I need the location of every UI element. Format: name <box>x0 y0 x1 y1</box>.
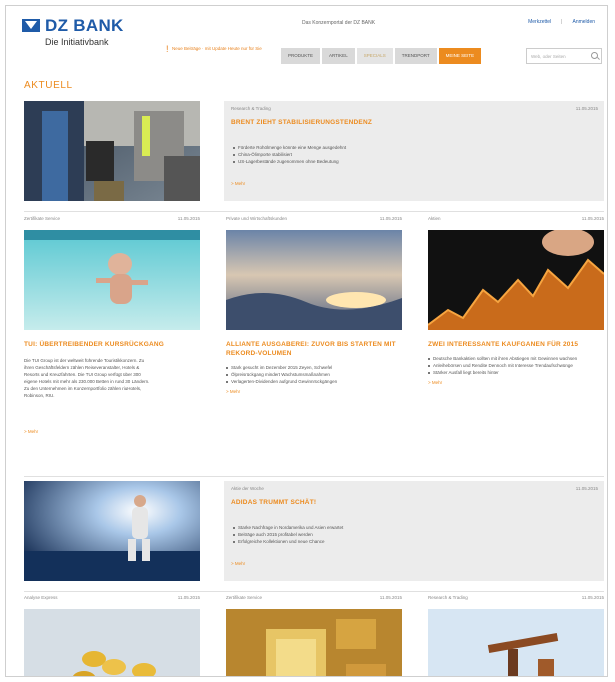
portal-tagline: Das Konzernportal der DZ BANK <box>302 20 376 26</box>
article-title[interactable]: BRENT ZIEHT STABILISIERUNGSTENDENZ <box>231 119 372 126</box>
search-icon[interactable] <box>591 52 598 59</box>
more-link[interactable]: > Mehr <box>231 181 245 186</box>
article-card-circuit[interactable]: Zertifikate Service 11.05.2015 <box>226 593 402 676</box>
article-title[interactable]: ALLIANTE AUSGABEREI: ZUVOR BIS STARTEN M… <box>226 340 402 358</box>
article-card-gold[interactable]: Analyse Express 11.05.2015 <box>24 593 200 676</box>
tab-meine-seite[interactable]: MEINE SEITE <box>438 48 482 64</box>
search-placeholder: Web, oder Seiten <box>531 54 566 59</box>
dz-bank-logo[interactable]: DZ BANK Die Initiativbank <box>22 16 140 50</box>
tab-artikel[interactable]: ARTIKEL <box>322 48 355 64</box>
brand-name: DZ BANK <box>45 16 124 35</box>
more-link[interactable]: > Mehr <box>226 389 402 394</box>
article-category: Private und Wirtschaftskunden <box>226 216 288 221</box>
article-date: 11.05.2015 <box>379 595 402 600</box>
article-bullets: Stark gesucht im Dezember 2015 Zeyen, Sc… <box>226 364 402 385</box>
page-frame: DZ BANK Die Initiativbank Das Konzernpor… <box>5 5 608 677</box>
bullet-item: Stärker Ausfall liegt bereits hinter <box>428 369 604 376</box>
article-category: Zertifikate Service <box>226 595 263 600</box>
article-text: Die TUI Group ist der weltweit führende … <box>24 358 150 398</box>
tab-produkte[interactable]: PRODUKTE <box>281 48 321 64</box>
more-link[interactable]: > Mehr <box>231 561 245 566</box>
article-bullets: Förderte Rohölmenge könnte eine Menge au… <box>233 144 346 165</box>
article-bullets: Deutsche Bankaktien sollten mit ihren Ab… <box>428 355 604 376</box>
article-image-circuit[interactable] <box>226 609 402 676</box>
merkzettel-link[interactable]: Merkzettel <box>528 19 551 25</box>
exclamation-icon: ! <box>166 44 169 54</box>
bullet-item: Beiträge auch 2015 profitabel werden <box>233 531 343 538</box>
article-date: 11.05.2015 <box>575 486 598 491</box>
featured-article-brent[interactable]: Research & Trading 11.05.2015 BRENT ZIEH… <box>24 101 604 201</box>
logo-mark-icon <box>22 19 40 32</box>
divider <box>24 476 604 477</box>
bullet-item: Erfolgreiche Kollektionen und neue Chanc… <box>233 538 343 545</box>
bullet-item: China-Ölimporte stabilisiert <box>233 151 346 158</box>
article-date: 11.05.2015 <box>581 595 604 600</box>
featured-panel: Aktie der Woche 11.05.2015 ADIDAS TRUMMT… <box>224 481 604 581</box>
divider: | <box>561 19 563 25</box>
brand-subtitle: Die Initiativbank <box>45 37 109 47</box>
article-date: 11.05.2015 <box>581 216 604 221</box>
article-date: 11.05.2015 <box>379 216 402 221</box>
article-category: Zertifikate Service <box>24 216 61 221</box>
bullet-item: Deutsche Bankaktien sollten mit ihren Ab… <box>428 355 604 362</box>
featured-article-adidas[interactable]: Aktie der Woche 11.05.2015 ADIDAS TRUMMT… <box>24 481 604 581</box>
article-date: 11.05.2015 <box>575 106 598 111</box>
article-image-oil[interactable] <box>24 101 200 201</box>
article-image-sunrise[interactable] <box>226 230 402 330</box>
more-link[interactable]: > Mehr <box>428 380 604 385</box>
more-link[interactable]: > Mehr <box>24 429 200 434</box>
top-links: Merkzettel | Anmelden <box>528 19 595 25</box>
article-category: Aktie der Woche <box>231 486 264 491</box>
notice-text[interactable]: ! Neue Beiträge · mit Update Heute nur f… <box>166 45 272 54</box>
article-image-pool[interactable] <box>24 230 200 330</box>
tab-specials[interactable]: SPECIALS <box>356 48 393 64</box>
bullet-item: Stark gesucht im Dezember 2015 Zeyen, Sc… <box>226 364 402 371</box>
article-title[interactable]: TUI: ÜBERTREIBENDER KURSRÜCKGANG <box>24 340 200 349</box>
article-image-oilpump[interactable] <box>428 609 604 676</box>
article-date: 11.05.2015 <box>177 216 200 221</box>
bullet-item: Förderte Rohölmenge könnte eine Menge au… <box>233 144 346 151</box>
divider <box>24 211 604 212</box>
search-input[interactable]: Web, oder Seiten <box>526 48 602 64</box>
article-image-coins[interactable] <box>24 609 200 676</box>
article-card-kaufgelegenheiten[interactable]: Aktien 11.05.2015 ZWEI INTERESSANTE KAUF… <box>428 214 604 385</box>
notice-label: Neue Beiträge · mit Update Heute nur für… <box>172 46 262 51</box>
article-category: Research & Trading <box>428 595 468 600</box>
section-title: AKTUELL <box>24 80 73 91</box>
article-category: Analyse Express <box>24 595 58 600</box>
bullet-item: Ölpreisrückgang mindert Wachstumsmaßnahm… <box>226 371 402 378</box>
login-link[interactable]: Anmelden <box>572 19 595 25</box>
article-date: 11.05.2015 <box>177 595 200 600</box>
article-bullets: Starke Nachfrage in Nordamerika und Asie… <box>233 524 343 545</box>
bullet-item: US-Lagerbestände zugenommen ohne Bedeutu… <box>233 158 346 165</box>
bullet-item: Anleihebörsen und Rendite Dennoch mit In… <box>428 362 604 369</box>
bullet-item: Starke Nachfrage in Nordamerika und Asie… <box>233 524 343 531</box>
article-card-tui[interactable]: Zertifikate Service 11.05.2015 TUI: ÜBER… <box>24 214 200 434</box>
article-category: Aktien <box>428 216 441 221</box>
divider <box>24 591 604 592</box>
featured-panel: Research & Trading 11.05.2015 BRENT ZIEH… <box>224 101 604 201</box>
article-image-chart-screen[interactable] <box>428 230 604 330</box>
bullet-item: Verlagerten-Dividenden aufgrund Gewinnrü… <box>226 378 402 385</box>
article-card-oilpump[interactable]: Research & Trading 11.05.2015 <box>428 593 604 676</box>
main-navigation: PRODUKTE ARTIKEL SPECIALS TRENDPORT MEIN… <box>281 48 483 64</box>
article-card-alliante[interactable]: Private und Wirtschaftskunden 11.05.2015… <box>226 214 402 394</box>
article-title[interactable]: ZWEI INTERESSANTE KAUFGANEN FÜR 2015 <box>428 340 604 349</box>
article-category: Research & Trading <box>231 106 271 111</box>
article-image-stadium[interactable] <box>24 481 200 581</box>
article-title[interactable]: ADIDAS TRUMMT SCHÄT! <box>231 499 316 506</box>
tab-trendport[interactable]: TRENDPORT <box>394 48 437 64</box>
